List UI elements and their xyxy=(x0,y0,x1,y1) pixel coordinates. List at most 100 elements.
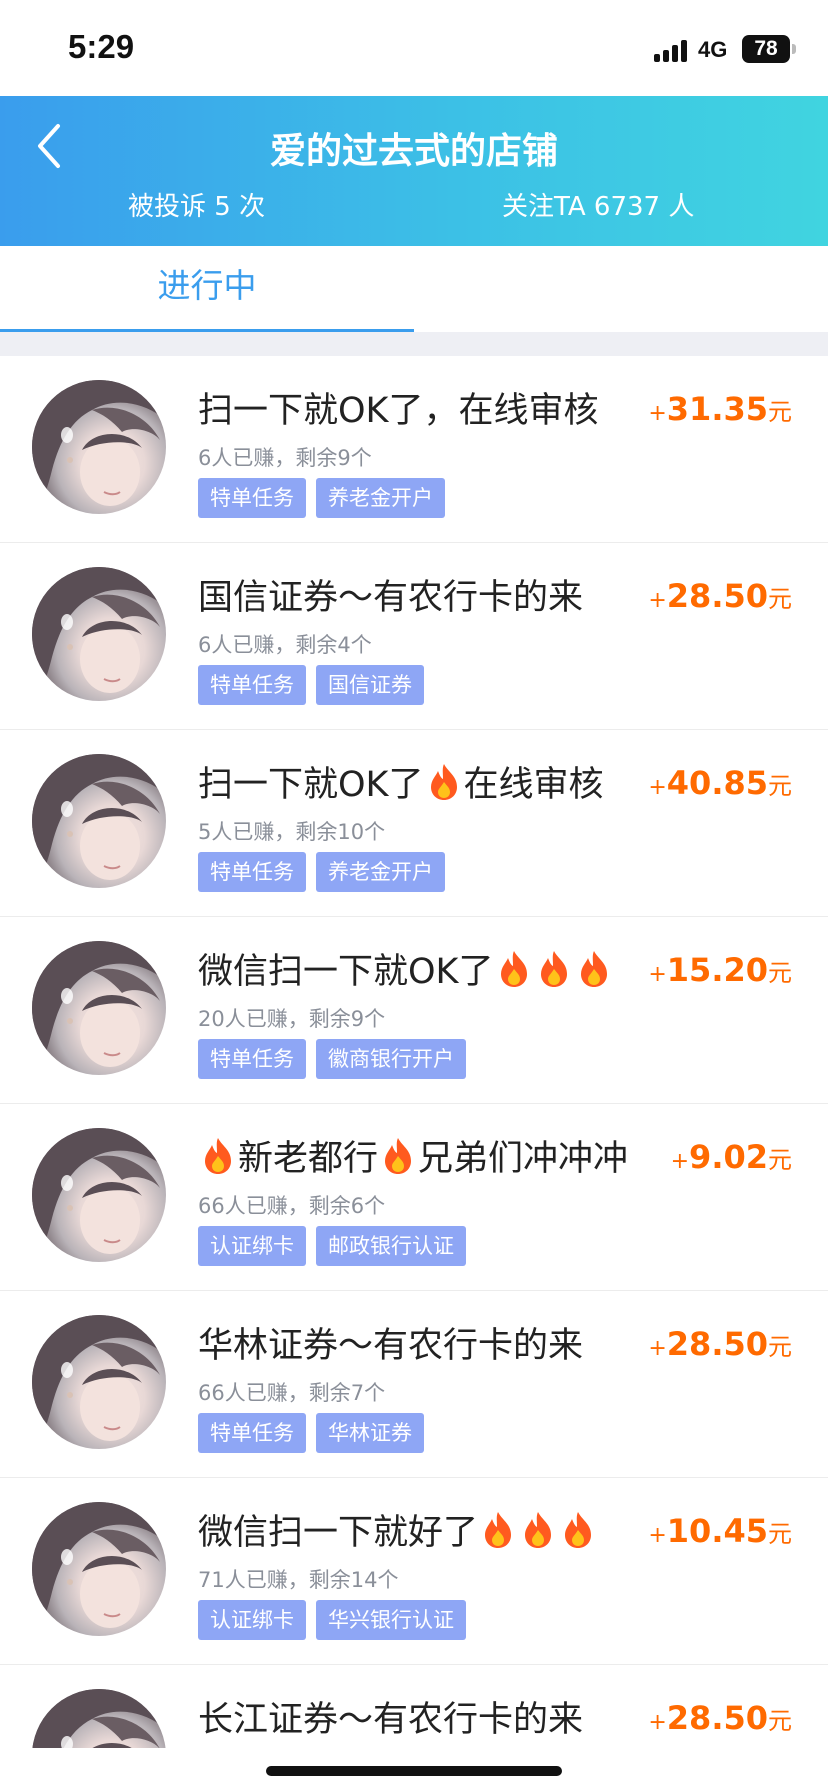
shop-header: 爱的过去式的店铺 被投诉 5 次 关注TA 6737 人 xyxy=(0,96,828,246)
fire-icon xyxy=(200,1136,236,1176)
reward-plus: + xyxy=(648,775,667,800)
reward-amount: 28.50 xyxy=(666,1699,768,1737)
task-tag: 华兴银行认证 xyxy=(316,1600,466,1640)
fire-icon xyxy=(496,949,532,989)
task-tags: 特单任务 养老金开户 xyxy=(198,852,455,892)
task-item[interactable]: 微信扫一下就OK了 20人已赚，剩余9个特单任务 徽商银行开户 +15.20元 xyxy=(0,917,828,1104)
task-stats: 66人已赚，剩余7个 xyxy=(198,1381,386,1405)
task-reward: +28.50元 xyxy=(648,1325,792,1363)
task-title: 华林证券～有农行卡的来 xyxy=(198,1317,583,1368)
task-title-text: 华林证券～有农行卡的来 xyxy=(198,1326,584,1366)
task-title-text: 在线审核 xyxy=(463,765,604,805)
task-tag: 邮政银行认证 xyxy=(316,1226,466,1266)
reward-amount: 28.50 xyxy=(666,577,768,615)
reward-plus: + xyxy=(648,1523,667,1548)
task-title: 长江证券～有农行卡的来 xyxy=(198,1691,583,1742)
reward-unit: 元 xyxy=(768,1333,792,1361)
reward-unit: 元 xyxy=(768,398,792,426)
status-time: 5:29 xyxy=(68,28,135,65)
task-tags: 特单任务 徽商银行开户 xyxy=(198,1039,476,1079)
reward-amount: 28.50 xyxy=(666,1325,768,1363)
reward-plus: + xyxy=(648,588,667,613)
reward-plus: + xyxy=(648,962,667,987)
reward-unit: 元 xyxy=(768,1146,792,1174)
task-tag: 特单任务 xyxy=(198,852,306,892)
task-title: 扫一下就OK了，在线审核 xyxy=(198,382,599,433)
fire-icon xyxy=(426,762,462,802)
task-reward: +15.20元 xyxy=(648,951,792,989)
task-tags: 认证绑卡 华兴银行认证 xyxy=(198,1600,476,1640)
task-reward: +28.50元 xyxy=(648,577,792,615)
page-title: 爱的过去式的店铺 xyxy=(269,131,558,172)
reward-amount: 10.45 xyxy=(666,1512,768,1550)
reward-unit: 元 xyxy=(768,1707,792,1735)
reward-unit: 元 xyxy=(768,1520,792,1548)
task-tag: 华林证券 xyxy=(316,1413,424,1453)
task-stats: 20人已赚，剩余9个 xyxy=(198,1007,386,1031)
task-tag: 徽商银行开户 xyxy=(316,1039,466,1079)
fire-icon xyxy=(380,1136,416,1176)
task-tags: 认证绑卡 邮政银行认证 xyxy=(198,1226,476,1266)
tab-label: 进行中 xyxy=(157,266,257,305)
task-title-text: 新老都行 xyxy=(238,1139,379,1179)
task-tag: 认证绑卡 xyxy=(198,1226,306,1266)
reward-unit: 元 xyxy=(768,959,792,987)
reward-plus: + xyxy=(670,1149,690,1174)
task-title: 新老都行 兄弟们冲冲冲 xyxy=(198,1130,628,1181)
task-tag: 认证绑卡 xyxy=(198,1600,306,1640)
fire-icon xyxy=(480,1510,516,1550)
task-item[interactable]: 华林证券～有农行卡的来 66人已赚，剩余7个特单任务 华林证券 +28.50元 xyxy=(0,1291,828,1478)
complaint-count: 被投诉 5 次 xyxy=(128,192,266,222)
task-reward: +40.85元 xyxy=(648,764,792,802)
avatar xyxy=(32,754,166,888)
tab-in-progress[interactable]: 进行中 xyxy=(0,246,414,332)
task-title-text: 扫一下就OK了，在线审核 xyxy=(198,391,599,431)
task-title-text: 微信扫一下就好了 xyxy=(198,1513,479,1553)
task-title: 国信证券～有农行卡的来 xyxy=(198,569,583,620)
task-list: 扫一下就OK了，在线审核 6人已赚，剩余9个 特单任务 养老金开户 +31.35元 国信证… xyxy=(0,356,828,1748)
reward-amount: 9.02 xyxy=(689,1138,768,1176)
avatar xyxy=(32,567,166,701)
task-tag: 特单任务 xyxy=(198,1039,306,1079)
fire-icon xyxy=(536,949,572,989)
task-title-text: 国信证券～有农行卡的来 xyxy=(198,578,584,618)
task-item[interactable]: 扫一下就OK了 在线审核 5人已赚，剩余10个特单任务 养老金开户 +40.85元 xyxy=(0,730,828,917)
task-item[interactable]: 新老都行 兄弟们冲冲冲 66人已赚，剩余6个认证绑卡 邮政银行认证 +9.02元 xyxy=(0,1104,828,1291)
reward-plus: + xyxy=(648,401,667,426)
task-item[interactable]: 微信扫一下就好了 71人已赚，剩余14个认证绑卡 华兴银行认证 +10.45元 xyxy=(0,1478,828,1665)
reward-unit: 元 xyxy=(768,585,792,613)
fire-icon xyxy=(560,1510,596,1550)
task-title: 扫一下就OK了 在线审核 xyxy=(198,756,604,807)
task-tags: 特单任务 国信证券 xyxy=(198,665,434,705)
task-stats: 66人已赚，剩余6个 xyxy=(198,1194,386,1218)
reward-amount: 40.85 xyxy=(666,764,768,802)
reward-plus: + xyxy=(648,1710,667,1735)
task-title: 微信扫一下就好了 xyxy=(198,1504,598,1555)
task-tag: 养老金开户 xyxy=(316,478,445,518)
task-title-text: 微信扫一下就OK了 xyxy=(198,952,494,992)
network-label: 4G xyxy=(698,37,728,62)
task-stats: 71人已赚，剩余14个 xyxy=(198,1568,399,1592)
task-title-text: 扫一下就OK了 xyxy=(198,765,424,805)
task-tag: 特单任务 xyxy=(198,1413,306,1453)
fire-icon xyxy=(576,949,612,989)
fire-icon xyxy=(520,1510,556,1550)
reward-amount: 15.20 xyxy=(666,951,768,989)
avatar xyxy=(32,1315,166,1449)
battery-cap xyxy=(792,44,796,54)
task-stats: 5人已赚，剩余10个 xyxy=(198,820,386,844)
home-indicator xyxy=(266,1766,562,1776)
task-reward: +31.35元 xyxy=(648,390,792,428)
reward-amount: 31.35 xyxy=(666,390,768,428)
task-title-text: 长江证券～有农行卡的来 xyxy=(198,1700,584,1740)
task-stats: 6人已赚，剩余4个 xyxy=(198,633,372,657)
task-tags: 特单任务 养老金开户 xyxy=(198,478,455,518)
follower-count[interactable]: 关注TA 6737 人 xyxy=(502,186,694,223)
task-tag: 特单任务 xyxy=(198,478,306,518)
avatar xyxy=(32,380,166,514)
task-item[interactable]: 长江证券～有农行卡的来 +28.50元 xyxy=(0,1665,828,1748)
section-divider xyxy=(0,332,828,356)
battery-icon: 78 xyxy=(742,35,790,63)
task-item[interactable]: 扫一下就OK了，在线审核 6人已赚，剩余9个 特单任务 养老金开户 +31.35元 xyxy=(0,356,828,543)
task-item[interactable]: 国信证券～有农行卡的来 6人已赚，剩余4个特单任务 国信证券 +28.50元 xyxy=(0,543,828,730)
